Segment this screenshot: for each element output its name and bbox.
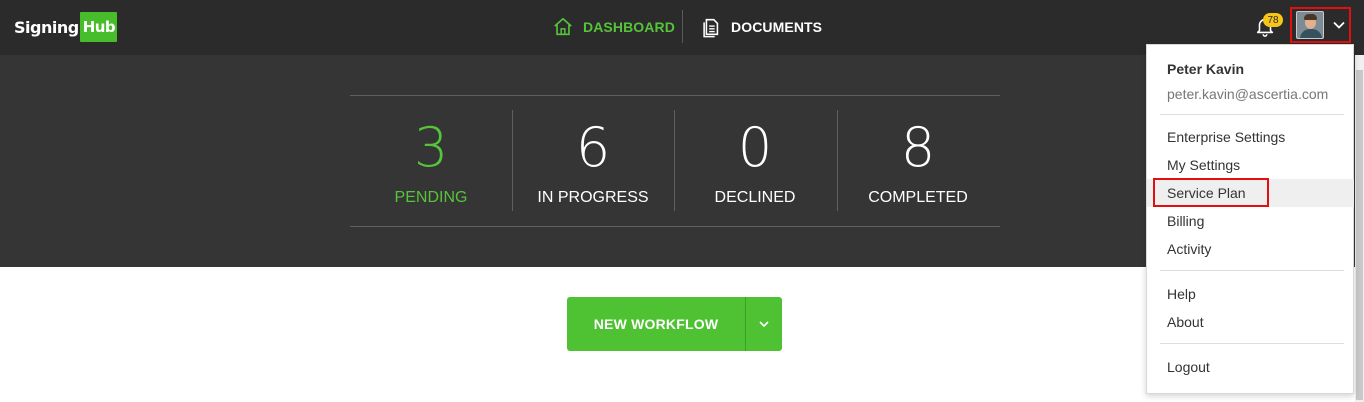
menu-item-help[interactable]: Help (1167, 286, 1196, 302)
menu-item-about[interactable]: About (1167, 314, 1204, 330)
stat-completed[interactable]: 8 COMPLETED (837, 110, 999, 210)
menu-user-name: Peter Kavin (1167, 61, 1245, 77)
new-workflow-split-button: NEW WORKFLOW (567, 297, 782, 351)
user-menu-trigger[interactable] (1290, 7, 1351, 43)
stats-bottom-rule (350, 226, 1000, 227)
menu-item-service-plan[interactable]: Service Plan (1167, 185, 1246, 201)
avatar-hair-shape (1304, 14, 1317, 20)
stat-declined-label: DECLINED (714, 189, 796, 206)
signinghub-logo[interactable]: Signing Hub (14, 11, 118, 43)
stat-completed-count: 8 (900, 116, 936, 179)
documents-icon (703, 18, 719, 38)
chevron-down-icon (759, 321, 769, 328)
signinghub-dashboard-page: Signing Hub DASHBOARD DOCUMENTS 78 3 PEN… (0, 0, 1364, 402)
nav-documents[interactable]: DOCUMENTS (700, 10, 822, 44)
nav-dashboard-label: DASHBOARD (583, 19, 675, 35)
user-avatar (1296, 11, 1324, 39)
notification-count-badge[interactable]: 78 (1263, 13, 1283, 27)
stat-in-progress-count: 6 (575, 116, 611, 179)
menu-item-logout[interactable]: Logout (1167, 359, 1210, 375)
stat-declined-count: 0 (737, 116, 773, 179)
stat-pending-count: 3 (413, 116, 449, 179)
stats-top-rule (350, 95, 1000, 96)
stat-completed-label: COMPLETED (868, 189, 968, 206)
menu-item-my-settings[interactable]: My Settings (1167, 157, 1240, 173)
menu-user-email: peter.kavin@ascertia.com (1167, 86, 1329, 102)
stat-in-progress[interactable]: 6 IN PROGRESS (512, 110, 674, 210)
logo-text: Signing (14, 17, 79, 37)
menu-divider (1160, 343, 1344, 344)
avatar-body-shape (1300, 29, 1322, 38)
nav-divider (682, 10, 683, 43)
stat-in-progress-label: IN PROGRESS (537, 189, 649, 206)
menu-item-activity[interactable]: Activity (1167, 241, 1211, 257)
logo-box: Hub (79, 12, 118, 42)
menu-divider (1160, 270, 1344, 271)
chevron-down-icon (1333, 21, 1345, 29)
stat-pending-label: PENDING (394, 189, 468, 206)
menu-divider (1160, 114, 1344, 115)
menu-item-enterprise-settings[interactable]: Enterprise Settings (1167, 129, 1285, 145)
workflow-options-toggle[interactable] (746, 297, 782, 351)
page-scrollbar-thumb[interactable] (1356, 70, 1363, 400)
new-workflow-button[interactable]: NEW WORKFLOW (567, 316, 745, 332)
nav-documents-label: DOCUMENTS (731, 19, 823, 35)
home-icon (554, 17, 572, 36)
stat-pending[interactable]: 3 PENDING (350, 110, 512, 210)
account-dropdown-menu: Peter Kavin peter.kavin@ascertia.com Ent… (1146, 44, 1354, 394)
nav-dashboard[interactable]: DASHBOARD (552, 10, 675, 44)
stat-declined[interactable]: 0 DECLINED (674, 110, 836, 210)
menu-item-billing[interactable]: Billing (1167, 213, 1204, 229)
